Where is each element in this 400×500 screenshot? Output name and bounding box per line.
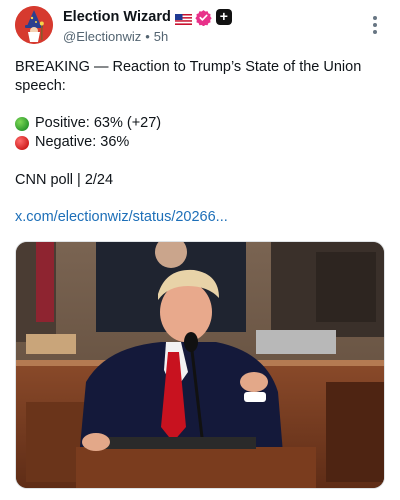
post-image[interactable] [15,241,385,489]
post-header: Election Wizard + @Electionwiz • 5h [15,6,385,46]
us-flag-icon [174,12,192,25]
separator: • [145,29,150,44]
positive-line: Positive: 63% (+27) [15,114,161,133]
display-name[interactable]: Election Wizard [63,9,171,25]
speech-photo [16,242,384,488]
green-circle-icon [15,116,29,131]
positive-text: Positive: 63% (+27) [35,115,162,131]
negative-text: Negative: 36% [35,134,130,150]
plus-badge-icon[interactable]: + [215,9,232,25]
more-vertical-icon[interactable] [371,16,379,36]
poll-source: CNN poll | 2/24 [15,172,114,188]
author-info: Election Wizard + @Electionwiz • 5h [63,8,232,44]
handle[interactable]: @Electionwiz [63,29,141,44]
timestamp[interactable]: 5h [154,29,168,44]
post-text-headline: BREAKING — Reaction to Trump’s State of … [15,59,362,94]
verified-badge-icon[interactable] [195,9,212,26]
wizard-avatar-icon [15,6,53,44]
status-link[interactable]: x.com/electionwiz/status/20266... [15,208,228,227]
avatar[interactable] [15,6,53,44]
red-circle-icon [15,135,29,150]
negative-line: Negative: 36% [15,133,129,152]
